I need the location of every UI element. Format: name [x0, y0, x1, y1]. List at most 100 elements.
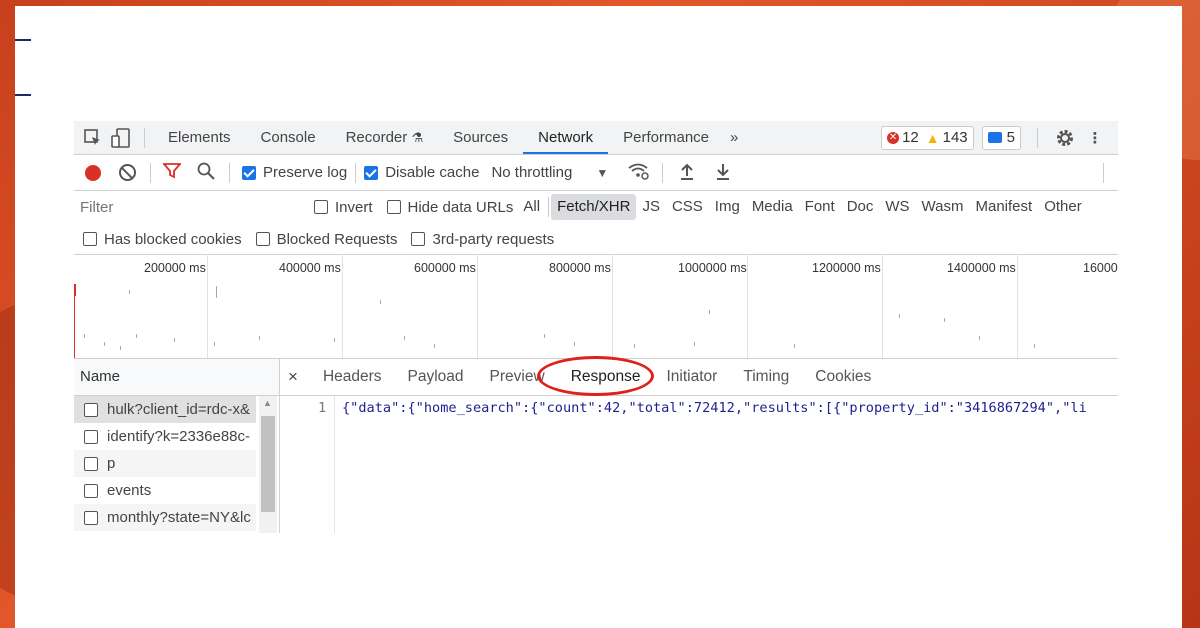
device-toolbar-icon[interactable]: [110, 127, 132, 149]
third-party-checkbox[interactable]: [411, 232, 426, 246]
close-icon[interactable]: ×: [280, 367, 310, 387]
request-dot: [979, 336, 980, 340]
timeline-tick: [882, 254, 883, 358]
request-row[interactable]: events: [74, 477, 256, 504]
request-name: hulk?client_id=rdc-x&: [107, 401, 250, 418]
type-other[interactable]: Other: [1038, 194, 1088, 220]
request-list: Name hulk?client_id=rdc-x& identify?k=23…: [74, 359, 280, 533]
tab-recorder-label: Recorder: [345, 129, 408, 146]
tab-performance[interactable]: Performance: [608, 121, 724, 154]
type-manifest[interactable]: Manifest: [970, 194, 1039, 220]
invert-label: Invert: [335, 198, 373, 216]
type-media[interactable]: Media: [746, 194, 799, 220]
kebab-menu-icon[interactable]: ⋮: [1084, 127, 1106, 149]
hide-data-urls-label: Hide data URLs: [407, 198, 514, 216]
type-all[interactable]: All: [517, 194, 546, 220]
import-har-icon[interactable]: [679, 162, 695, 184]
gear-icon[interactable]: [1054, 127, 1076, 149]
preserve-log-checkbox[interactable]: [242, 165, 256, 180]
tab-network[interactable]: Network: [523, 121, 609, 154]
timeline-tick: [612, 254, 613, 358]
tab-payload[interactable]: Payload: [395, 368, 477, 386]
scroll-thumb[interactable]: [261, 416, 275, 512]
tab-initiator[interactable]: Initiator: [653, 368, 730, 386]
line-number: 1: [318, 400, 327, 416]
request-dot: [129, 290, 130, 294]
clear-icon[interactable]: [119, 164, 136, 181]
record-icon[interactable]: [85, 164, 101, 181]
type-wasm[interactable]: Wasm: [916, 194, 970, 220]
request-dot: [434, 344, 435, 348]
line-gutter: [280, 396, 335, 533]
separator: [144, 127, 145, 148]
timeline-tick-label: 1200000 ms: [812, 261, 881, 275]
network-conditions-icon[interactable]: [628, 162, 650, 184]
accent-line: [15, 39, 31, 41]
invert-checkbox[interactable]: [314, 200, 328, 214]
more-tabs-icon[interactable]: »: [724, 121, 744, 154]
filter-input[interactable]: [76, 195, 294, 219]
type-js[interactable]: JS: [636, 194, 666, 220]
request-dot: [216, 286, 217, 298]
scroll-up-icon[interactable]: ▲: [263, 398, 272, 408]
inspect-element-icon[interactable]: [82, 127, 104, 149]
tab-cookies[interactable]: Cookies: [802, 368, 884, 386]
export-har-icon[interactable]: [715, 162, 731, 184]
request-dot: [104, 342, 105, 346]
chevron-down-icon[interactable]: ▼: [596, 166, 608, 180]
tab-recorder[interactable]: Recorder ⚗: [331, 121, 439, 154]
separator: [355, 162, 357, 183]
throttling-select[interactable]: No throttling: [491, 164, 572, 181]
tab-sources[interactable]: Sources: [438, 121, 523, 154]
tab-console[interactable]: Console: [246, 121, 331, 154]
type-css[interactable]: CSS: [666, 194, 709, 220]
hide-data-urls-checkbox[interactable]: [386, 200, 401, 214]
request-checkbox[interactable]: [84, 483, 98, 498]
tab-timing[interactable]: Timing: [730, 368, 802, 386]
request-row[interactable]: hulk?client_id=rdc-x&: [74, 396, 256, 423]
request-list-scrollbar[interactable]: ▲: [259, 396, 277, 533]
search-icon[interactable]: [197, 162, 215, 184]
network-toolbar: Preserve log Disable cache No throttling…: [74, 155, 1118, 191]
timeline-tick-label: 400000 ms: [279, 261, 341, 275]
errors-warnings-badge[interactable]: ✕ 12 ▲ 143: [881, 125, 974, 150]
timeline-tick: [747, 254, 748, 358]
tab-headers[interactable]: Headers: [310, 368, 395, 386]
has-blocked-cookies-checkbox[interactable]: [83, 232, 97, 246]
tab-elements[interactable]: Elements: [153, 121, 246, 154]
request-checkbox[interactable]: [84, 510, 98, 525]
request-name: identify?k=2336e88c-: [107, 428, 251, 445]
request-dot: [944, 318, 945, 322]
network-overview-timeline[interactable]: 200000 ms 400000 ms 600000 ms 800000 ms …: [74, 254, 1118, 359]
type-img[interactable]: Img: [709, 194, 746, 220]
request-dot: [136, 334, 137, 338]
disable-cache-checkbox[interactable]: [364, 165, 379, 180]
request-checkbox[interactable]: [84, 456, 98, 471]
messages-badge[interactable]: 5: [981, 125, 1021, 150]
type-ws[interactable]: WS: [879, 194, 915, 220]
accent-line: [15, 94, 31, 96]
request-checkbox[interactable]: [84, 402, 98, 417]
blocked-requests-checkbox[interactable]: [255, 232, 270, 246]
type-fetch-xhr[interactable]: Fetch/XHR: [551, 194, 637, 220]
name-column-header[interactable]: Name: [74, 359, 279, 396]
type-doc[interactable]: Doc: [841, 194, 880, 220]
timeline-tick-label: 600000 ms: [414, 261, 476, 275]
devtools-tabbar: Elements Console Recorder ⚗ Sources Netw…: [74, 121, 1118, 155]
message-icon: [987, 132, 1002, 143]
request-dot: [544, 334, 545, 338]
request-row[interactable]: monthly?state=NY&lc: [74, 504, 256, 531]
timeline-tick: [477, 254, 478, 358]
separator: [150, 162, 151, 183]
request-row[interactable]: p: [74, 450, 256, 477]
issue-badges: ✕ 12 ▲ 143 5 ⋮: [881, 121, 1118, 154]
response-body[interactable]: {"data":{"home_search":{"count":42,"tota…: [342, 400, 1087, 416]
request-dot: [84, 334, 85, 338]
request-row[interactable]: identify?k=2336e88c-: [74, 423, 256, 450]
timeline-tick-label: 16000: [1083, 261, 1118, 275]
type-font[interactable]: Font: [799, 194, 841, 220]
request-checkbox[interactable]: [84, 429, 98, 444]
timeline-tick: [342, 254, 343, 358]
filter-icon[interactable]: [162, 162, 182, 183]
message-count: 5: [1006, 129, 1015, 146]
